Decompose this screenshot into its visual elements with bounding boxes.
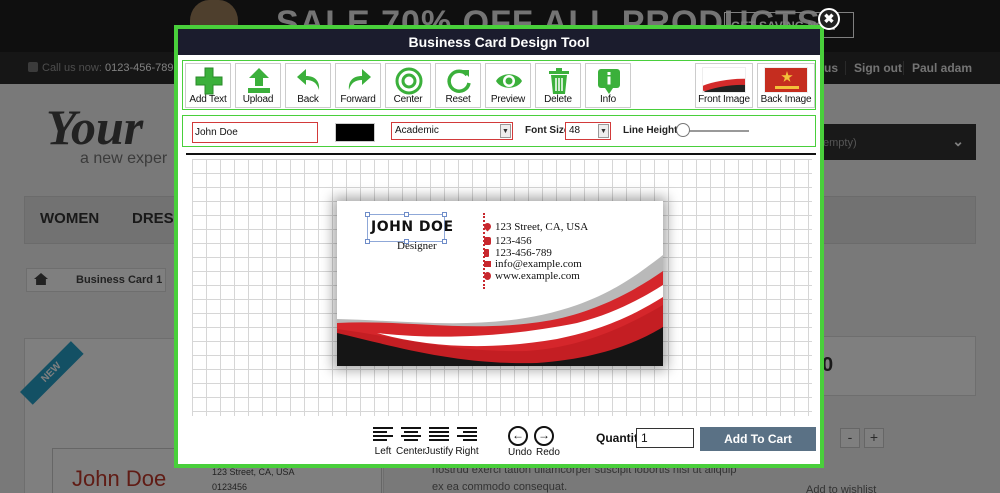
info-icon (598, 69, 620, 94)
chevron-down-icon: ▼ (598, 124, 609, 138)
close-modal-button[interactable]: ✖ (818, 8, 840, 30)
tool-label: Center (393, 94, 423, 105)
text-input[interactable] (192, 122, 318, 143)
reset-icon (447, 69, 471, 93)
tool-label: Info (600, 94, 616, 105)
align-center-button[interactable]: Center (396, 427, 426, 463)
redo-label: Redo (536, 447, 560, 458)
card-name-text[interactable]: JOHN DOE (371, 219, 454, 235)
back-image-label: Back Image (760, 94, 812, 105)
align-left-button[interactable]: Left (370, 427, 396, 463)
align-center-icon (401, 427, 421, 443)
text-color-picker[interactable] (335, 123, 375, 142)
right-arrow-icon: → (538, 428, 550, 442)
toolbar-divider (186, 153, 816, 155)
design-tool-modal: Business Card Design Tool Add Text Uploa… (174, 25, 824, 468)
bottom-controls: Left Center Justify Right ← Undo → Redo … (178, 422, 820, 464)
back-arrow-icon (297, 69, 320, 90)
reset-button[interactable]: Reset (435, 63, 481, 108)
chevron-down-icon: ▼ (500, 124, 511, 138)
redo-button[interactable]: → (534, 426, 554, 446)
plus-icon (195, 67, 223, 95)
trash-icon (549, 68, 569, 94)
forward-button[interactable]: Forward (335, 63, 381, 108)
add-text-button[interactable]: Add Text (185, 63, 231, 108)
front-image-thumbnail (702, 67, 746, 93)
align-label: Right (455, 446, 479, 457)
tool-label: Forward (340, 94, 376, 105)
back-image-thumbnail (764, 67, 808, 93)
resize-handle[interactable] (442, 212, 447, 217)
tool-label: Delete (544, 94, 572, 105)
business-card-front[interactable]: JOHN DOE Designer 123 Street, CA, USA 12… (337, 201, 663, 366)
line-height-label: Line Height: (623, 125, 681, 136)
align-right-button[interactable]: Right (454, 427, 480, 463)
card-phone-text: 123-456 (495, 235, 532, 247)
forward-arrow-icon (348, 69, 371, 90)
modal-title: Business Card Design Tool (178, 29, 820, 55)
card-phone[interactable]: 123-456 (484, 235, 532, 247)
undo-button[interactable]: ← (508, 426, 528, 446)
align-justify-icon (429, 427, 449, 443)
back-image-button[interactable]: Back Image (757, 63, 815, 108)
front-image-button[interactable]: Front Image (695, 63, 753, 108)
resize-handle[interactable] (442, 239, 447, 244)
tool-label: Upload (242, 94, 274, 105)
center-button[interactable]: Center (385, 63, 431, 108)
tool-label: Back (297, 94, 319, 105)
resize-handle[interactable] (404, 212, 409, 217)
font-size-select[interactable]: 48 ▼ (565, 122, 611, 140)
delete-button[interactable]: Delete (535, 63, 581, 108)
toolbar: Add Text Upload Back Forward Center Rese… (182, 60, 816, 110)
card-website-text: www.example.com (495, 270, 580, 282)
card-website[interactable]: www.example.com (484, 270, 580, 282)
close-icon: ✖ (823, 11, 835, 26)
card-email-text: info@example.com (495, 258, 582, 270)
add-to-cart-button[interactable]: Add To Cart (700, 427, 816, 451)
font-size-value: 48 (569, 125, 581, 136)
tool-label: Reset (445, 94, 471, 105)
eye-icon (496, 74, 522, 88)
undo-label: Undo (508, 447, 532, 458)
preview-button[interactable]: Preview (485, 63, 531, 108)
telephone-icon (484, 237, 491, 245)
text-properties-bar: Academic▼ Font Size: 48▼ Line Height: (182, 115, 816, 147)
card-role-text[interactable]: Designer (397, 240, 437, 252)
info-button[interactable]: Info (585, 63, 631, 108)
line-height-slider-handle[interactable] (675, 123, 690, 137)
resize-handle[interactable] (365, 212, 370, 217)
upload-button[interactable]: Upload (235, 63, 281, 108)
font-family-select[interactable]: Academic ▼ (391, 122, 513, 140)
font-family-value: Academic (395, 125, 439, 136)
upload-icon (248, 68, 270, 93)
line-height-slider[interactable] (679, 130, 749, 132)
align-justify-button[interactable]: Justify (425, 427, 453, 463)
back-button[interactable]: Back (285, 63, 331, 108)
align-left-icon (373, 427, 393, 443)
envelope-icon (484, 261, 491, 267)
mobile-phone-icon (484, 249, 489, 257)
front-image-label: Front Image (698, 94, 750, 105)
card-address[interactable]: 123 Street, CA, USA (482, 221, 589, 233)
tool-label: Preview (490, 94, 526, 105)
tool-label: Add Text (189, 94, 227, 105)
globe-icon (484, 272, 491, 280)
resize-handle[interactable] (365, 239, 370, 244)
center-icon (395, 67, 423, 95)
align-right-icon (457, 427, 477, 443)
card-email[interactable]: info@example.com (484, 258, 582, 270)
left-arrow-icon: ← (512, 428, 524, 442)
card-address-text: 123 Street, CA, USA (495, 221, 589, 233)
quantity-input[interactable] (636, 428, 694, 448)
